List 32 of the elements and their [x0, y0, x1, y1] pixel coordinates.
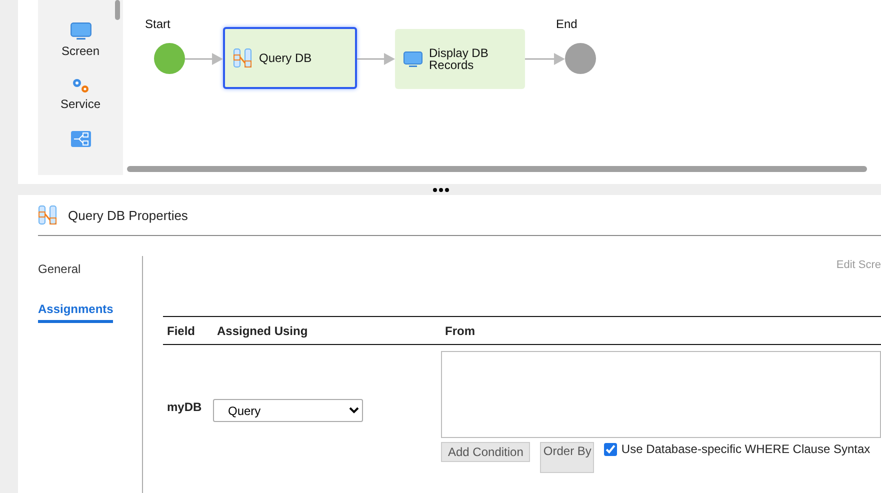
column-header: From: [441, 317, 881, 345]
drag-handle-icon[interactable]: [432, 188, 448, 192]
connector-arrow: [357, 52, 395, 66]
scrollbar-thumb[interactable]: [127, 166, 867, 172]
tab[interactable]: Assignments: [38, 302, 114, 323]
connector-arrow: [185, 52, 223, 66]
database-icon: [233, 48, 253, 68]
palette-item[interactable]: Screen: [61, 22, 100, 66]
database-icon: [38, 205, 58, 225]
checkbox[interactable]: [604, 442, 618, 456]
panel-title: Query DB Properties: [68, 208, 188, 222]
query-button[interactable]: Order By: [540, 442, 594, 473]
scrollbar-thumb[interactable]: [115, 0, 120, 20]
start-node[interactable]: [154, 43, 185, 74]
query-button[interactable]: Add Condition: [441, 442, 530, 462]
column-header: Assigned Using: [213, 317, 441, 345]
column-header: Field: [163, 317, 213, 345]
task-node[interactable]: Display DB Records: [395, 29, 525, 89]
assignment-select[interactable]: Query: [213, 399, 363, 422]
end-node[interactable]: [565, 43, 596, 74]
tab[interactable]: General: [38, 262, 81, 283]
task-node[interactable]: Query DB: [223, 27, 357, 89]
query-input[interactable]: [441, 351, 881, 438]
monitor-icon: [70, 22, 92, 41]
node-label: Start: [145, 17, 170, 31]
connector-arrow: [525, 52, 565, 66]
checkbox-label: Use Database-specific WHERE Clause Syntax: [621, 442, 870, 456]
monitor-icon: [403, 50, 423, 68]
workflow-icon: [70, 130, 90, 147]
table-cell-text: myDB: [166, 399, 203, 416]
node-label: End: [556, 17, 578, 31]
palette-item[interactable]: Service: [60, 76, 100, 121]
